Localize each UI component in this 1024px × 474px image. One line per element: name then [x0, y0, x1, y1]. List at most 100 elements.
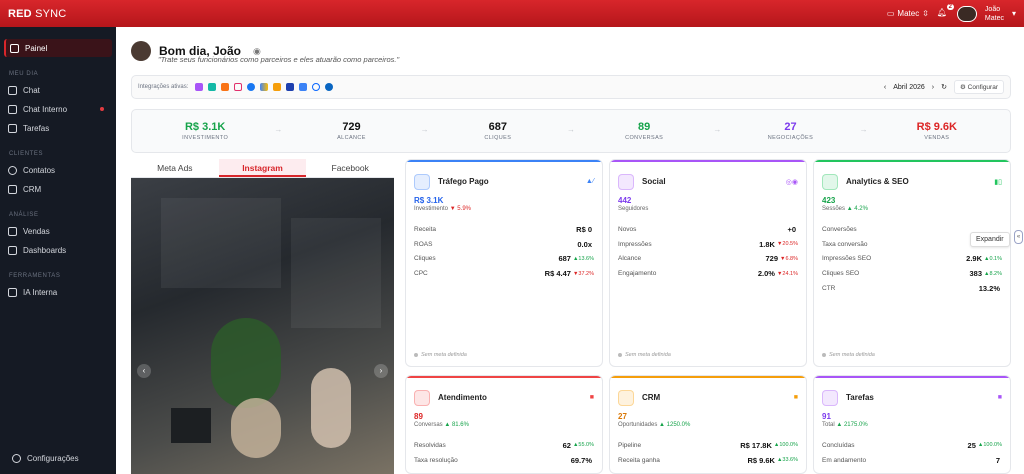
metric-label: Receita ganha — [618, 456, 660, 464]
kpi-item: 89 CONVERSAS → — [571, 121, 721, 141]
configure-label: Configurar — [967, 84, 998, 91]
teal-app-icon[interactable] — [208, 83, 217, 91]
metric-value: 7 — [995, 455, 1000, 465]
metric-card-social[interactable]: Social ◎◉ 442 Seguidores Novos +0 Impressões 1… — [609, 159, 807, 367]
google-ads-icon[interactable] — [260, 83, 269, 91]
metric-card-analytics-seo[interactable]: Analytics & SEO ▮▯ 423 Sessões ▲ 4.2% Conver… — [813, 159, 1011, 367]
metric-label: Receita — [414, 225, 437, 233]
card-title: CRM — [642, 393, 661, 402]
sidebar-item-chat[interactable]: Chat — [4, 81, 112, 99]
metric-row: CTR 13.2% — [822, 281, 1002, 296]
kpi-value: 27 — [784, 121, 797, 133]
metric-row: Cliques 687 ▲13.6% — [414, 252, 594, 267]
home-icon — [10, 43, 19, 53]
sidebar-item-label: IA Interna — [23, 287, 58, 297]
metric-label: Impressões — [618, 240, 652, 248]
metric-card-tr-fego-pago[interactable]: Tráfego Pago ▲⁄ R$ 3.1K Investimento ▼ 5.9%… — [405, 159, 603, 367]
facebook-icon[interactable] — [247, 83, 256, 91]
avatar[interactable] — [956, 5, 977, 22]
chevron-down-icon[interactable]: ▾ — [1012, 9, 1016, 18]
carousel-prev-button[interactable]: ‹ — [137, 364, 151, 378]
metric-row: Impressões 1.8K ▼20.5% — [618, 237, 798, 252]
refresh-icon[interactable]: ↻ — [941, 83, 947, 91]
tab-instagram[interactable]: Instagram — [218, 159, 307, 177]
tab-facebook[interactable]: Facebook — [306, 159, 394, 177]
card-title: Analytics & SEO — [846, 177, 909, 186]
metric-delta: ▼37.2% — [572, 270, 594, 277]
metric-label: Conversões — [822, 225, 857, 233]
orange-app-icon[interactable] — [221, 83, 230, 91]
sidebar-item-label: Painel — [25, 43, 48, 53]
store-icon[interactable] — [286, 83, 295, 91]
sidebar-item-contatos[interactable]: Contatos — [4, 161, 112, 179]
carousel-next-button[interactable]: › — [374, 364, 388, 378]
card-icon — [822, 173, 838, 190]
metric-card-tarefas[interactable]: Tarefas ■ 91 Total ▲ 2175.0% Concluídas 25 ▲10… — [813, 375, 1011, 474]
meta-icon[interactable] — [312, 83, 321, 91]
sidebar-item-tarefas[interactable]: Tarefas — [4, 119, 112, 137]
metric-row: ROAS 0.0x — [414, 237, 594, 252]
user-name: João — [984, 5, 1001, 13]
unread-dot — [100, 107, 104, 111]
sidebar-item-painel[interactable]: Painel — [4, 39, 112, 57]
instagram-icon[interactable] — [234, 83, 243, 91]
metric-delta: ▲100.0% — [773, 442, 798, 449]
expand-tooltip: Expandir — [970, 232, 1010, 247]
chevron-left-icon[interactable]: ‹ — [884, 84, 886, 91]
bell-icon: 🔔︎ — [936, 7, 948, 17]
card-title: Social — [642, 177, 666, 186]
sidebar-item-vendas[interactable]: Vendas — [4, 222, 112, 240]
chevron-right-icon[interactable]: › — [932, 84, 934, 91]
kpi-label: INVESTIMENTO — [182, 135, 229, 141]
window-reflection — [161, 198, 281, 288]
linkedin-icon[interactable] — [325, 83, 334, 91]
metric-delta: ▼24.1% — [776, 270, 798, 277]
kpi-value: R$ 9.6K — [916, 121, 957, 133]
dashboard-icon[interactable] — [299, 83, 308, 91]
metric-card-atendimento[interactable]: Atendimento ■ 89 Conversas ▲ 81.6% Resolvida… — [405, 375, 603, 474]
card-delta: ▲ 2175.0% — [836, 422, 868, 428]
analytics-icon[interactable] — [273, 83, 282, 91]
sidebar-item-dashboards[interactable]: Dashboards — [4, 241, 112, 259]
card-title: Atendimento — [438, 393, 487, 402]
notifications-button[interactable]: 🔔︎ 2 — [936, 3, 954, 20]
metric-label: Resolvidas — [414, 441, 446, 449]
sidebar-section-title: FERRAMENTAS — [9, 273, 61, 279]
gear-icon: ⚙ — [960, 84, 966, 91]
metric-label: Pipeline — [618, 441, 642, 449]
sidebar-item-configuracoes[interactable]: Configurações — [8, 449, 79, 467]
metric-row: Novos +0 — [618, 222, 798, 237]
sidebar-item-chat-interno[interactable]: Chat Interno — [4, 100, 112, 118]
tab-meta-ads[interactable]: Meta Ads — [131, 159, 219, 177]
user-menu[interactable]: João Matec — [985, 5, 1004, 23]
metric-value: 729 — [765, 254, 779, 264]
kpi-item: R$ 3.1K INVESTIMENTO → — [132, 121, 282, 141]
monitor-shape — [171, 408, 211, 443]
sidebar-item-label: Contatos — [23, 165, 56, 175]
metric-card-crm[interactable]: CRM ■ 27 Oportunidades ▲ 1250.0% Pipeline R$ … — [609, 375, 807, 474]
card-delta: ▼ 5.9% — [449, 206, 471, 212]
sidebar-item-ia-interna[interactable]: IA Interna — [4, 283, 112, 301]
card-subtitle: Investimento ▼ 5.9% — [406, 205, 602, 212]
purple-app-icon[interactable] — [195, 83, 204, 91]
expand-panel-button[interactable]: « — [1014, 230, 1023, 244]
card-subtitle: Total ▲ 2175.0% — [814, 421, 1010, 428]
card-main-value: 27 — [618, 412, 627, 421]
folder-icon: ▭ — [886, 9, 895, 18]
sidebar-item-label: Configurações — [27, 453, 79, 463]
metric-delta: ▲55.0% — [572, 442, 594, 449]
metric-value: 687 — [558, 254, 571, 264]
source-icons: ■ — [793, 394, 798, 401]
configure-button[interactable]: ⚙ Configurar — [954, 80, 1004, 94]
card-icon — [618, 173, 634, 190]
sidebar-item-crm[interactable]: CRM — [4, 180, 112, 198]
metric-value: 383 — [969, 269, 983, 279]
brand-logo[interactable]: RED SYNC — [8, 8, 66, 20]
metric-label: Engajamento — [618, 270, 657, 278]
integrations-bar: Integrações ativas: ‹ Abril 2026 › ↻ ⚙ C… — [131, 75, 1011, 99]
motivational-quote: "Trate seus funcionários como parceiros … — [158, 55, 400, 64]
metric-row: Pipeline R$ 17.8K ▲100.0% — [618, 438, 798, 453]
source-icons: ◎◉ — [785, 178, 798, 186]
metric-value: R$ 9.6K — [747, 455, 775, 465]
workspace-switcher[interactable]: ▭ Matec ⇳ — [887, 9, 929, 18]
